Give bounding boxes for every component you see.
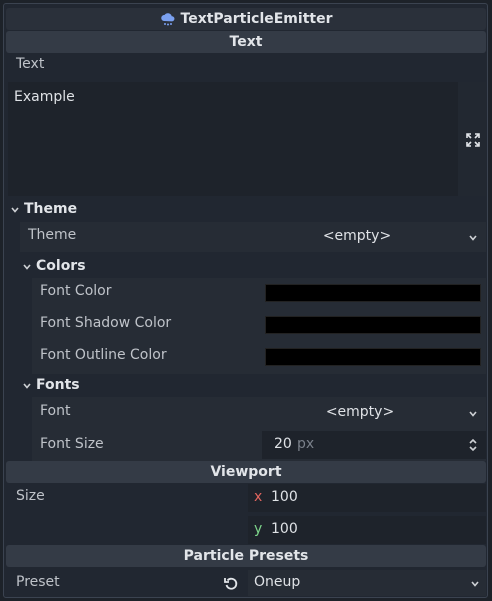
- font-size-spinbox[interactable]: 20 px: [262, 431, 486, 459]
- section-header-text-label: Text: [229, 34, 263, 50]
- font-resource-picker[interactable]: <empty>: [262, 399, 486, 427]
- colors-group-label[interactable]: Colors: [36, 258, 86, 274]
- font-shadow-color-label: Font Shadow Color: [40, 315, 172, 331]
- section-header-viewport-label: Viewport: [210, 464, 282, 480]
- font-size-unit: px: [297, 436, 315, 452]
- chevron-down-icon[interactable]: [22, 262, 32, 272]
- section-header-viewport: Viewport: [6, 461, 486, 483]
- font-property-label: Font: [40, 403, 71, 419]
- theme-resource-value: <empty>: [322, 228, 392, 244]
- size-x-axis-label: x: [254, 489, 263, 505]
- text-editor[interactable]: Example: [8, 82, 458, 196]
- section-header-particle-presets-label: Particle Presets: [183, 548, 309, 564]
- cloud-icon: [160, 13, 174, 26]
- preset-property-label: Preset: [16, 574, 60, 590]
- theme-group-label[interactable]: Theme: [24, 201, 77, 217]
- font-color-swatch[interactable]: [265, 284, 481, 302]
- size-x-field[interactable]: x 100: [248, 484, 486, 512]
- size-x-value: 100: [271, 489, 298, 505]
- font-size-label: Font Size: [40, 436, 104, 452]
- theme-resource-picker[interactable]: <empty>: [262, 224, 486, 250]
- chevron-updown-icon[interactable]: [468, 438, 478, 452]
- section-header-text: Text: [6, 31, 486, 53]
- font-color-label: Font Color: [40, 283, 112, 299]
- preset-value: Oneup: [254, 574, 301, 590]
- text-editor-value: Example: [14, 89, 75, 105]
- chevron-down-icon[interactable]: [470, 579, 480, 589]
- size-y-value: 100: [271, 521, 298, 537]
- font-outline-color-swatch[interactable]: [265, 348, 481, 366]
- theme-property-label: Theme: [28, 227, 77, 243]
- expand-icon[interactable]: [466, 133, 480, 147]
- preset-dropdown[interactable]: Oneup: [248, 570, 486, 596]
- font-resource-value: <empty>: [325, 404, 395, 420]
- fonts-group-label[interactable]: Fonts: [36, 377, 80, 393]
- chevron-down-icon[interactable]: [22, 381, 32, 391]
- node-title-text: TextParticleEmitter: [180, 11, 333, 27]
- text-property-label: Text: [16, 56, 45, 72]
- revert-icon[interactable]: [223, 575, 239, 591]
- font-size-value: 20: [274, 436, 292, 452]
- section-header-particle-presets: Particle Presets: [6, 545, 486, 567]
- size-y-field[interactable]: y 100: [248, 516, 486, 544]
- chevron-down-icon[interactable]: [468, 233, 478, 243]
- chevron-down-icon[interactable]: [10, 205, 20, 215]
- size-property-label: Size: [16, 488, 45, 504]
- chevron-down-icon[interactable]: [468, 409, 478, 419]
- size-y-axis-label: y: [254, 521, 263, 537]
- font-shadow-color-swatch[interactable]: [265, 316, 481, 334]
- node-title: TextParticleEmitter: [6, 8, 486, 30]
- font-outline-color-label: Font Outline Color: [40, 347, 167, 363]
